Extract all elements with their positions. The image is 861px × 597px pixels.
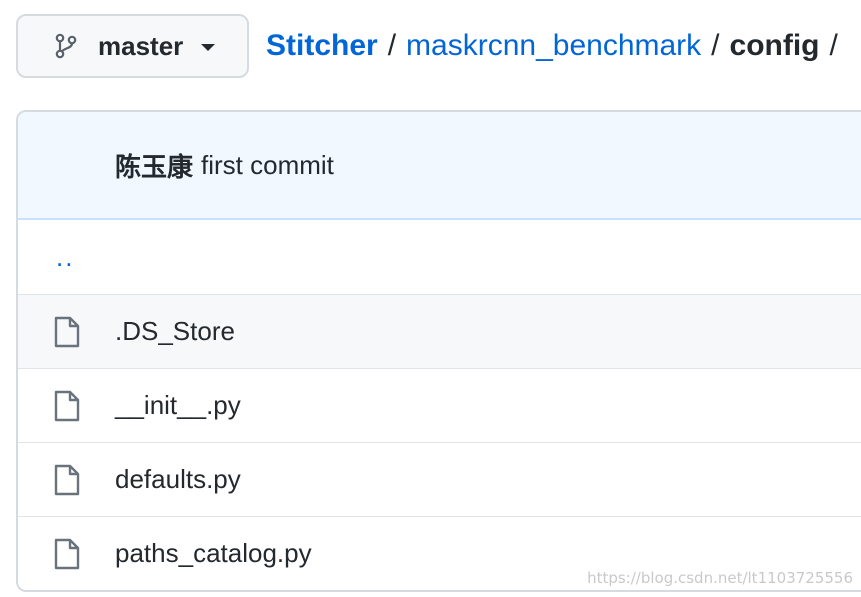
file-icon bbox=[18, 390, 115, 422]
breadcrumb-repo-link[interactable]: Stitcher bbox=[266, 29, 378, 63]
branch-select-button[interactable]: master bbox=[16, 14, 249, 78]
watermark: https://blog.csdn.net/lt1103725556 bbox=[587, 569, 853, 587]
file-browser: 陈玉康 first commit .. .DS_Store __init__.p… bbox=[16, 110, 861, 592]
commit-author[interactable]: 陈玉康 bbox=[115, 147, 193, 184]
file-icon bbox=[18, 316, 115, 348]
breadcrumb-current-folder: config bbox=[730, 29, 820, 63]
chevron-down-icon bbox=[201, 44, 215, 51]
file-row[interactable]: __init__.py bbox=[18, 368, 861, 442]
repo-navigation-bar: master Stitcher / maskrcnn_benchmark / c… bbox=[16, 14, 861, 78]
breadcrumb-separator: / bbox=[830, 29, 838, 63]
parent-directory-row[interactable]: .. bbox=[18, 220, 861, 294]
file-name-link[interactable]: .DS_Store bbox=[115, 316, 235, 347]
file-name-link[interactable]: __init__.py bbox=[115, 390, 241, 421]
file-row[interactable]: defaults.py bbox=[18, 442, 861, 516]
file-name-link[interactable]: defaults.py bbox=[115, 464, 241, 495]
branch-name: master bbox=[98, 31, 183, 62]
commit-message[interactable]: first commit bbox=[201, 150, 334, 181]
breadcrumb-separator: / bbox=[711, 29, 719, 63]
latest-commit-header: 陈玉康 first commit bbox=[18, 112, 861, 220]
file-row[interactable]: .DS_Store bbox=[18, 294, 861, 368]
parent-directory-link[interactable]: .. bbox=[18, 242, 74, 273]
file-icon bbox=[18, 464, 115, 496]
breadcrumb-folder-link[interactable]: maskrcnn_benchmark bbox=[406, 29, 701, 63]
breadcrumb: Stitcher / maskrcnn_benchmark / config / bbox=[266, 29, 848, 63]
breadcrumb-separator: / bbox=[388, 29, 396, 63]
file-name-link[interactable]: paths_catalog.py bbox=[115, 538, 312, 569]
file-icon bbox=[18, 538, 115, 570]
git-branch-icon bbox=[52, 32, 80, 60]
